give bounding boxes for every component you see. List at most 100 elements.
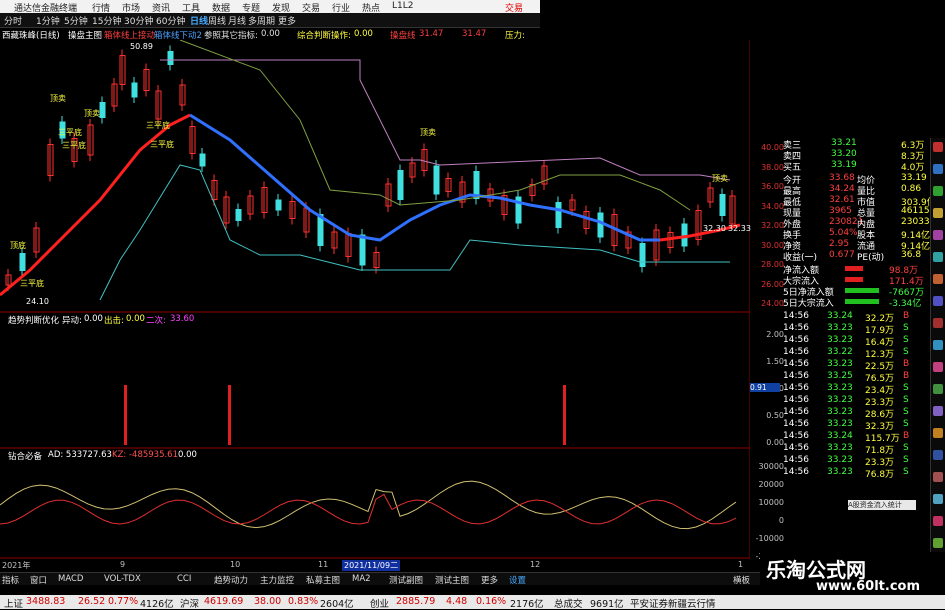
tab-multi[interactable]: 多周期 xyxy=(248,14,275,27)
toolbar-icon[interactable] xyxy=(933,428,943,438)
stat-row: 最低 32.61 市值 303.9亿 xyxy=(783,195,936,208)
toolbar-icon[interactable] xyxy=(933,252,943,262)
ind2-tick: 1.50 xyxy=(766,357,784,366)
toolbar-icon[interactable] xyxy=(933,538,943,548)
ind3-tick: 10000 xyxy=(758,498,784,507)
ind2-name[interactable]: 趋势判断优化 xyxy=(8,314,59,326)
bottom-tab[interactable]: 私募主图 xyxy=(306,574,340,586)
tick-cell: 33.23 xyxy=(827,383,853,393)
signal-bar xyxy=(563,385,566,445)
bottom-tab[interactable]: 趋势动力 xyxy=(214,574,248,586)
chart-area[interactable] xyxy=(0,40,750,585)
tick-cell: 14:56 xyxy=(783,443,809,453)
tab-5min[interactable]: 5分钟 xyxy=(64,14,88,27)
right-toolbar xyxy=(930,138,945,585)
toolbar-icon[interactable] xyxy=(933,208,943,218)
toolbar-icon[interactable] xyxy=(933,230,943,240)
date-axis: 2021年 9 10 11 2021/11/09二 12 1 xyxy=(0,560,750,571)
toolbar-icon[interactable] xyxy=(933,450,943,460)
status-item: 总成交 xyxy=(554,599,583,610)
quote-row: 卖三 33.21 6.3万 xyxy=(783,138,929,151)
bottom-tab[interactable]: 更多 xyxy=(481,574,498,586)
toolbar-icon[interactable] xyxy=(933,274,943,284)
date-mark-11: 11 xyxy=(318,560,329,569)
candle-body xyxy=(131,82,138,98)
bottom-right-tab[interactable]: 横板 xyxy=(733,574,750,586)
tab-more[interactable]: 更多 xyxy=(278,14,296,27)
candle-body xyxy=(719,194,726,216)
toolbar-icon[interactable] xyxy=(933,472,943,482)
title-bar: 通达信金融终端 行情 市场 资讯 工具 数据 专题 发现 交易 行业 热点 L1… xyxy=(0,0,540,14)
date-mark-10: 10 xyxy=(230,560,241,569)
toolbar-icon[interactable] xyxy=(933,406,943,416)
tab-15min[interactable]: 15分钟 xyxy=(92,14,121,27)
stat-cell: 33.19 xyxy=(901,173,927,183)
status-item: 4619.69 xyxy=(204,596,244,607)
tab-30min[interactable]: 30分钟 xyxy=(124,14,153,27)
tab-monthly[interactable]: 月线 xyxy=(228,14,246,27)
bottom-tab[interactable]: 测试主图 xyxy=(435,574,469,586)
toolbar-icon[interactable] xyxy=(933,142,943,152)
low-label: 24.10 xyxy=(26,297,49,306)
price-tick: 32.00 xyxy=(761,221,784,230)
quote-label: 买五 xyxy=(783,163,802,173)
annotation-label: 顶卖 xyxy=(50,94,66,103)
bottom-tab[interactable]: CCI xyxy=(177,574,191,584)
ind2-d: 二次: xyxy=(146,316,166,326)
right-label-b: 32.33 xyxy=(728,224,751,233)
flow-row: 5日大宗流入 -3.34亿 xyxy=(783,296,929,309)
price-tick: 26.00 xyxy=(761,279,784,289)
indicator-item: 0.00 xyxy=(261,29,280,39)
candle-body xyxy=(19,253,26,271)
bottom-tab[interactable]: VOL-TDX xyxy=(104,574,141,584)
bottom-tab[interactable]: 窗口 xyxy=(30,574,47,586)
stat-row: 今开 33.68 均价 33.19 xyxy=(783,173,929,186)
tab-60min[interactable]: 60分钟 xyxy=(156,14,185,27)
stat-cell: 3965 xyxy=(829,206,852,216)
toolbar-icon[interactable] xyxy=(933,186,943,196)
bottom-tab[interactable]: MA2 xyxy=(352,574,371,584)
toolbar-icon[interactable] xyxy=(933,362,943,372)
tab-weekly[interactable]: 周线 xyxy=(208,14,226,27)
tick-row: 14:56 33.23 23.3万 S xyxy=(783,455,929,468)
bottom-tab[interactable]: 测试副图 xyxy=(389,574,423,586)
tick-cell: B xyxy=(903,371,910,381)
toolbar-icon[interactable] xyxy=(933,516,943,526)
tick-row: 14:56 33.24 32.2万 B xyxy=(783,311,929,324)
tick-cell: 33.23 xyxy=(827,359,853,369)
menu-l1l2[interactable]: L1L2 xyxy=(392,1,413,11)
toolbar-icon[interactable] xyxy=(933,296,943,306)
toolbar-icon[interactable] xyxy=(933,340,943,350)
flow-row: 净流入额 98.8万 xyxy=(783,263,929,276)
tick-row: 14:56 33.25 76.5万 B xyxy=(783,371,929,384)
ind3-tick: 0 xyxy=(778,516,784,525)
ind3-name[interactable]: 钻合必备 xyxy=(8,450,42,462)
stat-row: 换手 5.04% 股本 9.14亿 xyxy=(783,228,930,241)
toolbar-icon[interactable] xyxy=(933,318,943,328)
ind3-ad: AD: 533727.63 xyxy=(48,450,112,460)
tick-cell: 33.23 xyxy=(827,407,853,417)
bottom-tab[interactable]: 设置 xyxy=(509,574,526,586)
high-label: 50.89 xyxy=(130,42,153,51)
price-tick: 40.00 xyxy=(761,143,784,152)
ind3-lines xyxy=(0,480,737,530)
tick-cell: 14:56 xyxy=(783,455,809,465)
toolbar-icon[interactable] xyxy=(933,494,943,504)
bottom-tab[interactable]: 主力监控 xyxy=(260,574,294,586)
toolbar-icon[interactable] xyxy=(933,164,943,174)
candle-body xyxy=(397,170,404,200)
toolbar-icon[interactable] xyxy=(933,384,943,394)
tick-cell: 14:56 xyxy=(783,323,809,333)
candlesticks xyxy=(5,45,736,291)
stat-cell: 2.95 xyxy=(829,239,850,249)
stat-row: 最高 34.24 量比 0.86 xyxy=(783,184,929,197)
bottom-tab[interactable]: MACD xyxy=(58,574,83,584)
tab-1min[interactable]: 1分钟 xyxy=(36,14,60,27)
tick-row: 14:56 33.23 17.9万 S xyxy=(783,323,929,336)
tab-daily[interactable]: 日线 xyxy=(190,14,208,27)
tick-cell: S xyxy=(903,455,909,465)
support-line xyxy=(99,164,730,301)
tab-intraday[interactable]: 分时 xyxy=(4,14,22,27)
bottom-tab[interactable]: 指标 xyxy=(2,574,19,586)
tick-cell: 14:56 xyxy=(783,311,809,321)
